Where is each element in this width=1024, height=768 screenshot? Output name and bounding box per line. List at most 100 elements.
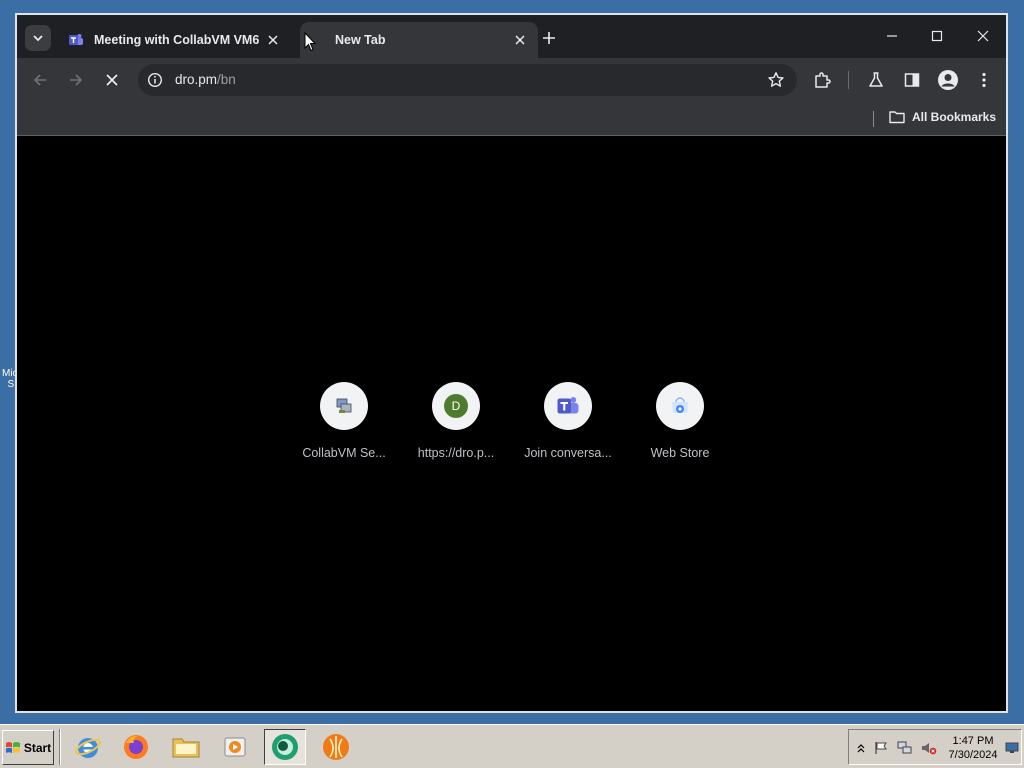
title-bar: Meeting with CollabVM VM6 | New Tab — [17, 15, 1006, 58]
close-icon — [515, 35, 525, 45]
bookmarks-bar: All Bookmarks — [17, 102, 1006, 136]
taskbar: Start 1:47 PM 7/30/2024 — [0, 724, 1024, 768]
side-panel-icon — [904, 73, 920, 87]
url-text: dro.pm/bn — [175, 72, 236, 87]
menu-button[interactable] — [970, 66, 998, 94]
toolbar: dro.pm/bn — [17, 58, 1006, 102]
tab-meeting[interactable]: Meeting with CollabVM VM6 | — [59, 22, 291, 58]
stop-loading-button[interactable] — [98, 66, 126, 94]
chevron-down-icon — [33, 35, 43, 42]
tab-new-tab[interactable]: New Tab — [300, 22, 538, 58]
side-panel-button[interactable] — [898, 66, 926, 94]
clock-time: 1:47 PM — [952, 735, 994, 747]
arrow-right-icon — [70, 74, 83, 86]
all-bookmarks-label: All Bookmarks — [912, 110, 997, 124]
minimize-icon — [887, 35, 897, 37]
taskbar-separator — [59, 729, 61, 765]
volume-tray[interactable] — [921, 740, 937, 756]
toolbar-separator — [848, 71, 849, 89]
folder-icon — [172, 738, 200, 758]
more-vertical-icon — [982, 72, 986, 88]
back-button[interactable] — [26, 66, 54, 94]
puzzle-icon — [815, 72, 831, 88]
tab-close-button[interactable] — [510, 30, 530, 50]
chrome-launch[interactable] — [264, 729, 306, 765]
close-icon — [977, 30, 989, 42]
shortcut-label: Join conversa... — [524, 446, 612, 460]
clock-date: 7/30/2024 — [948, 749, 998, 761]
avatar-icon — [938, 70, 958, 90]
mouse-cursor — [304, 32, 316, 52]
network-icon — [897, 741, 912, 754]
address-bar[interactable]: dro.pm/bn — [138, 64, 797, 96]
chrome-icon — [272, 734, 298, 760]
extensions-button[interactable] — [808, 66, 836, 94]
firefox-icon — [124, 735, 148, 759]
shortcut-label: CollabVM Se... — [302, 446, 386, 460]
close-window-button[interactable] — [968, 23, 998, 49]
labs-button[interactable] — [862, 66, 890, 94]
flask-icon — [869, 72, 883, 87]
volume-muted-icon — [922, 743, 937, 755]
teams-icon — [67, 31, 85, 49]
minimize-button[interactable] — [877, 23, 907, 49]
url-path: /bn — [217, 72, 236, 87]
tab-close-button[interactable] — [263, 30, 283, 50]
bookmark-star-icon[interactable] — [767, 71, 785, 89]
system-tray: 1:47 PM 7/30/2024 — [848, 729, 1022, 765]
chevron-up-icon — [857, 744, 865, 753]
internet-explorer-launch[interactable] — [67, 729, 109, 765]
folder-icon — [889, 111, 905, 124]
shortcut-icon-container: D — [432, 382, 480, 430]
file-explorer-launch[interactable] — [165, 729, 207, 765]
start-button[interactable]: Start — [2, 730, 54, 765]
url-host: dro.pm — [175, 72, 218, 87]
media-player-icon — [224, 737, 246, 757]
internet-explorer-icon — [75, 738, 101, 758]
shortcut-dro-pm[interactable]: D https://dro.p... — [400, 382, 512, 460]
info-icon[interactable] — [147, 72, 163, 88]
new-tab-page: CollabVM Se... D https://dro.p... Join c… — [17, 137, 1006, 711]
teams-icon — [557, 397, 579, 414]
new-tab-button[interactable] — [537, 26, 561, 50]
browser-window: Meeting with CollabVM VM6 | New Tab dro.… — [15, 13, 1008, 713]
maximize-button[interactable] — [922, 23, 952, 49]
firefox-launch[interactable] — [115, 729, 157, 765]
profile-button[interactable] — [934, 66, 962, 94]
close-icon — [106, 74, 118, 86]
shortcut-icon-container — [656, 382, 704, 430]
shortcut-label: https://dro.p... — [417, 446, 495, 460]
windows-logo-icon — [5, 741, 20, 753]
letter-d-text: D — [451, 399, 461, 413]
bookmarks-separator — [873, 111, 874, 127]
web-store-icon — [672, 397, 688, 413]
desktop-icon — [1005, 742, 1019, 753]
clock[interactable]: 1:47 PM 7/30/2024 — [944, 734, 1002, 762]
all-bookmarks-button[interactable]: All Bookmarks — [889, 110, 996, 124]
letter-d-icon: D — [444, 394, 468, 418]
maximize-icon — [931, 30, 943, 42]
tab-title: Meeting with CollabVM VM6 | — [94, 33, 263, 47]
tab-title: New Tab — [335, 33, 386, 47]
forward-button[interactable] — [62, 66, 90, 94]
show-hidden-icons-button[interactable] — [853, 740, 869, 756]
vlc-launch[interactable] — [315, 729, 357, 765]
flag-icon — [875, 742, 887, 754]
shortcut-join-conversation[interactable]: Join conversa... — [512, 382, 624, 460]
start-label: Start — [23, 740, 52, 755]
vlc-icon — [323, 734, 349, 760]
shortcut-collabvm[interactable]: CollabVM Se... — [288, 382, 400, 460]
shortcut-label: Web Store — [650, 446, 710, 460]
collabvm-icon — [336, 398, 352, 413]
shortcut-icon-container — [320, 382, 368, 430]
media-player-launch[interactable] — [214, 729, 256, 765]
plus-icon — [543, 32, 555, 44]
tab-search-button[interactable] — [25, 25, 51, 51]
arrow-left-icon — [33, 74, 46, 86]
shortcut-icon-container — [544, 382, 592, 430]
action-center-tray[interactable] — [873, 740, 889, 756]
shortcut-web-store[interactable]: Web Store — [624, 382, 736, 460]
show-desktop-button[interactable] — [1004, 740, 1020, 756]
close-icon — [268, 35, 278, 45]
network-tray[interactable] — [897, 740, 913, 756]
